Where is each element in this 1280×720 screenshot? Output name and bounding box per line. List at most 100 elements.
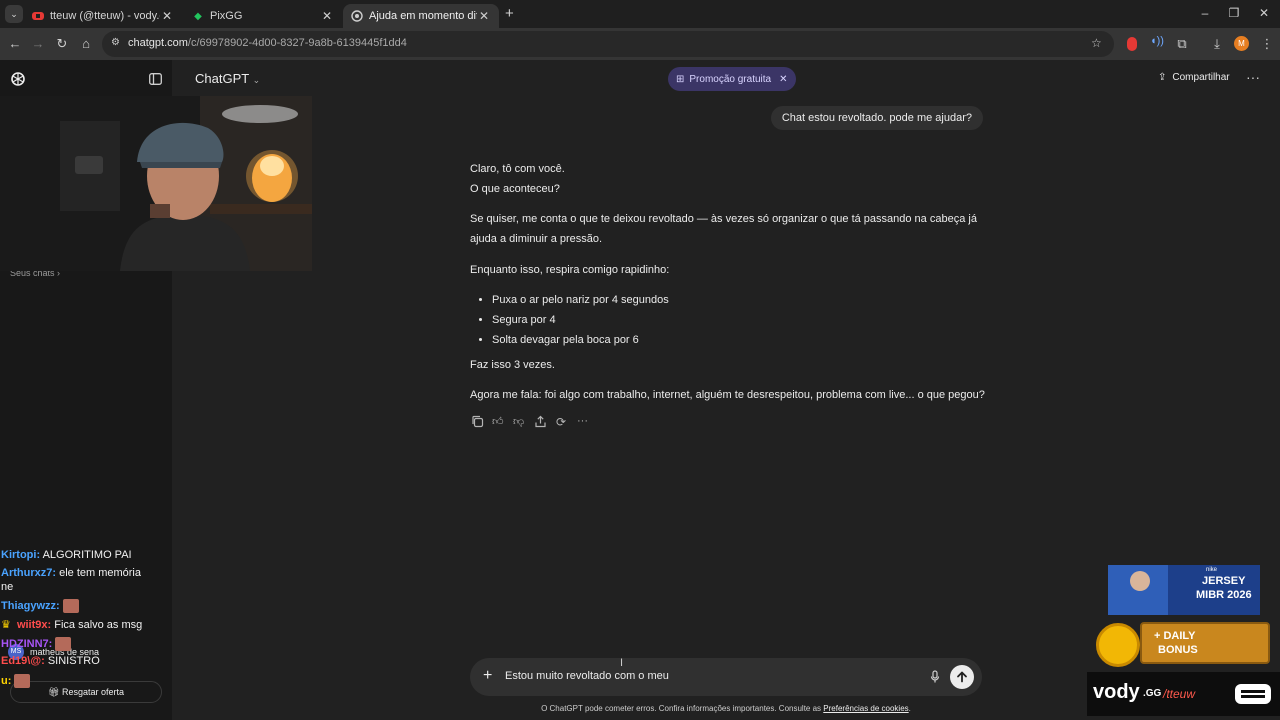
site-info-icon[interactable]: ⚙	[111, 37, 120, 48]
chat-username: wiit9x:	[16, 619, 52, 631]
chat-message: Ed19\@: SINISTRO	[1, 655, 100, 667]
cookie-preferences-link[interactable]: Preferências de cookies	[823, 704, 908, 713]
browser-tab-bar: ⌄ tteuw (@tteuw) - vody.gg ✕ ◆ PixGG ✕ A…	[0, 0, 1280, 28]
send-button[interactable]	[950, 665, 974, 689]
list-item: Segura por 4	[492, 310, 669, 330]
bonus-plus-label: + DAILY	[1154, 630, 1196, 642]
model-selector[interactable]: ChatGPT ⌄	[195, 71, 260, 86]
chat-text: Fica salvo as msg	[54, 619, 143, 631]
toggle-sidebar-icon[interactable]	[149, 72, 162, 90]
share-icon: ⇪	[1158, 72, 1167, 83]
address-bar[interactable]: ⚙ chatgpt.com/c/69978902-4d00-8327-9a8b-…	[102, 31, 1114, 57]
free-promo-badge[interactable]: ⊞ Promoção gratuita ✕	[668, 67, 796, 91]
download-icon[interactable]: ⤓	[1209, 36, 1225, 52]
redeem-offer-button[interactable]: 🎁︎ Resgatar oferta	[10, 681, 162, 703]
assistant-paragraph: Agora me fala: foi algo com trabalho, in…	[470, 389, 985, 401]
microphone-icon[interactable]	[930, 670, 940, 689]
chat-text: SINISTRO	[47, 655, 100, 667]
chat-username: Arthurxz7:	[1, 567, 57, 579]
new-tab-icon[interactable]: +	[505, 6, 514, 21]
vody-gg-text: .GG	[1143, 688, 1162, 699]
composer-input[interactable]: Estou muito revoltado com o meu	[505, 670, 669, 682]
openai-logo-icon[interactable]	[10, 71, 26, 92]
url-text[interactable]: chatgpt.com/c/69978902-4d00-8327-9a8b-61…	[128, 37, 407, 49]
emote-icon	[14, 674, 31, 688]
bookmark-star-icon[interactable]: ☆	[1091, 36, 1102, 50]
daily-bonus-ad: + DAILY BONUS	[1096, 620, 1272, 670]
restore-icon[interactable]: ❐	[1226, 6, 1242, 20]
chat-message: u:	[1, 674, 31, 688]
close-tab-icon[interactable]: ✕	[477, 9, 491, 23]
close-promo-icon[interactable]: ✕	[779, 74, 787, 85]
thumbs-up-icon[interactable]: 👍︎	[492, 415, 506, 429]
list-item: Solta devagar pela boca por 6	[492, 330, 669, 350]
extension-record-icon[interactable]	[1127, 37, 1137, 51]
model-label: ChatGPT	[195, 71, 249, 86]
chat-message: Arthurxz7: ele tem memória	[1, 567, 141, 579]
tab-vody[interactable]: tteuw (@tteuw) - vody.gg ✕	[24, 4, 182, 28]
user-message-bubble: Chat estou revoltado. pode me ajudar?	[770, 106, 983, 130]
share-button[interactable]: ⇪ Compartilhar	[1158, 72, 1230, 83]
extension-audio-icon[interactable]: ◖))	[1150, 35, 1164, 47]
list-item: Puxa o ar pelo nariz por 4 segundos	[492, 290, 669, 310]
more-actions-icon[interactable]: ···	[577, 415, 591, 429]
url-path: /c/69978902-4d00-8327-9a8b-6139445f1dd4	[187, 37, 407, 49]
minimize-icon[interactable]: –	[1197, 6, 1213, 20]
browser-toolbar: ← → ↻ ⌂ ⚙ chatgpt.com/c/69978902-4d00-83…	[0, 28, 1280, 60]
pixgg-favicon-icon: ◆	[194, 10, 202, 22]
chat-message: ne	[1, 581, 13, 593]
reload-icon[interactable]: ↻	[54, 36, 70, 52]
vody-mark-icon	[1233, 682, 1273, 706]
chat-username: Thiagywzz:	[1, 599, 60, 612]
assistant-line: Claro, tô com você.	[470, 163, 565, 175]
tab-label: Ajuda em momento difícil	[369, 10, 477, 22]
emote-icon	[55, 637, 72, 651]
more-options-icon[interactable]: ···	[1246, 69, 1260, 85]
chat-username: HDZINN7:	[1, 637, 53, 650]
bonus-label: BONUS	[1158, 644, 1198, 656]
assistant-line: O que aconteceu?	[470, 183, 560, 195]
chat-message: HDZINN7:	[1, 637, 72, 651]
jersey-ad-banner: nike JERSEY MIBR 2026	[1108, 565, 1260, 615]
chevron-down-icon: ⌄	[252, 75, 261, 85]
extensions-icon[interactable]: ⧉	[1174, 36, 1190, 52]
message-composer[interactable]: + Estou muito revoltado com o meu	[470, 658, 982, 696]
regenerate-icon[interactable]: ⟳	[556, 415, 570, 429]
crown-badge-icon: ♛	[1, 619, 11, 631]
tab-chatgpt[interactable]: Ajuda em momento difícil ✕	[343, 4, 499, 28]
assistant-paragraph: Enquanto isso, respira comigo rapidinho:	[470, 264, 670, 276]
copy-icon[interactable]	[471, 415, 485, 429]
close-tab-icon[interactable]: ✕	[160, 9, 174, 23]
chat-message: Kirtopi: ALGORITIMO PAI	[1, 549, 132, 561]
disclaimer-text: O ChatGPT pode cometer erros. Confira in…	[541, 704, 824, 713]
streamer-handle: /tteuw	[1163, 687, 1196, 701]
chat-username: Kirtopi:	[1, 549, 41, 561]
chat-text: ALGORITIMO PAI	[42, 549, 132, 561]
vody-logo-text: vody	[1093, 681, 1140, 703]
tab-label: tteuw (@tteuw) - vody.gg	[50, 10, 160, 22]
ad-jersey-subtitle: MIBR 2026	[1196, 589, 1252, 601]
share-message-icon[interactable]	[534, 415, 548, 429]
assistant-bullet-list: Puxa o ar pelo nariz por 4 segundos Segu…	[492, 290, 669, 350]
add-attachment-icon[interactable]: +	[483, 667, 492, 685]
chat-message: ♛ wiit9x: Fica salvo as msg	[1, 618, 142, 631]
gift-icon: 🎁︎	[48, 687, 60, 697]
forward-icon[interactable]: →	[30, 36, 46, 52]
tab-label: PixGG	[210, 10, 243, 22]
tab-search-button[interactable]: ⌄	[5, 5, 23, 23]
browser-menu-icon[interactable]: ⋮	[1259, 36, 1275, 52]
chat-username: u:	[1, 674, 12, 687]
home-icon[interactable]: ⌂	[78, 36, 94, 52]
tab-pixgg[interactable]: ◆ PixGG ✕	[184, 4, 342, 28]
ad-jersey-title: JERSEY	[1202, 575, 1246, 587]
profile-avatar[interactable]: M	[1234, 36, 1249, 51]
bonus-chest-icon	[1140, 622, 1270, 664]
vody-favicon-icon	[32, 10, 44, 22]
chat-text: ele tem memória	[59, 567, 141, 579]
thumbs-down-icon[interactable]: 👎︎	[513, 415, 527, 429]
close-tab-icon[interactable]: ✕	[320, 9, 334, 23]
streamer-webcam	[0, 96, 312, 271]
chatgpt-favicon-icon	[351, 10, 363, 22]
back-icon[interactable]: ←	[7, 36, 23, 52]
close-window-icon[interactable]: ✕	[1256, 6, 1272, 20]
